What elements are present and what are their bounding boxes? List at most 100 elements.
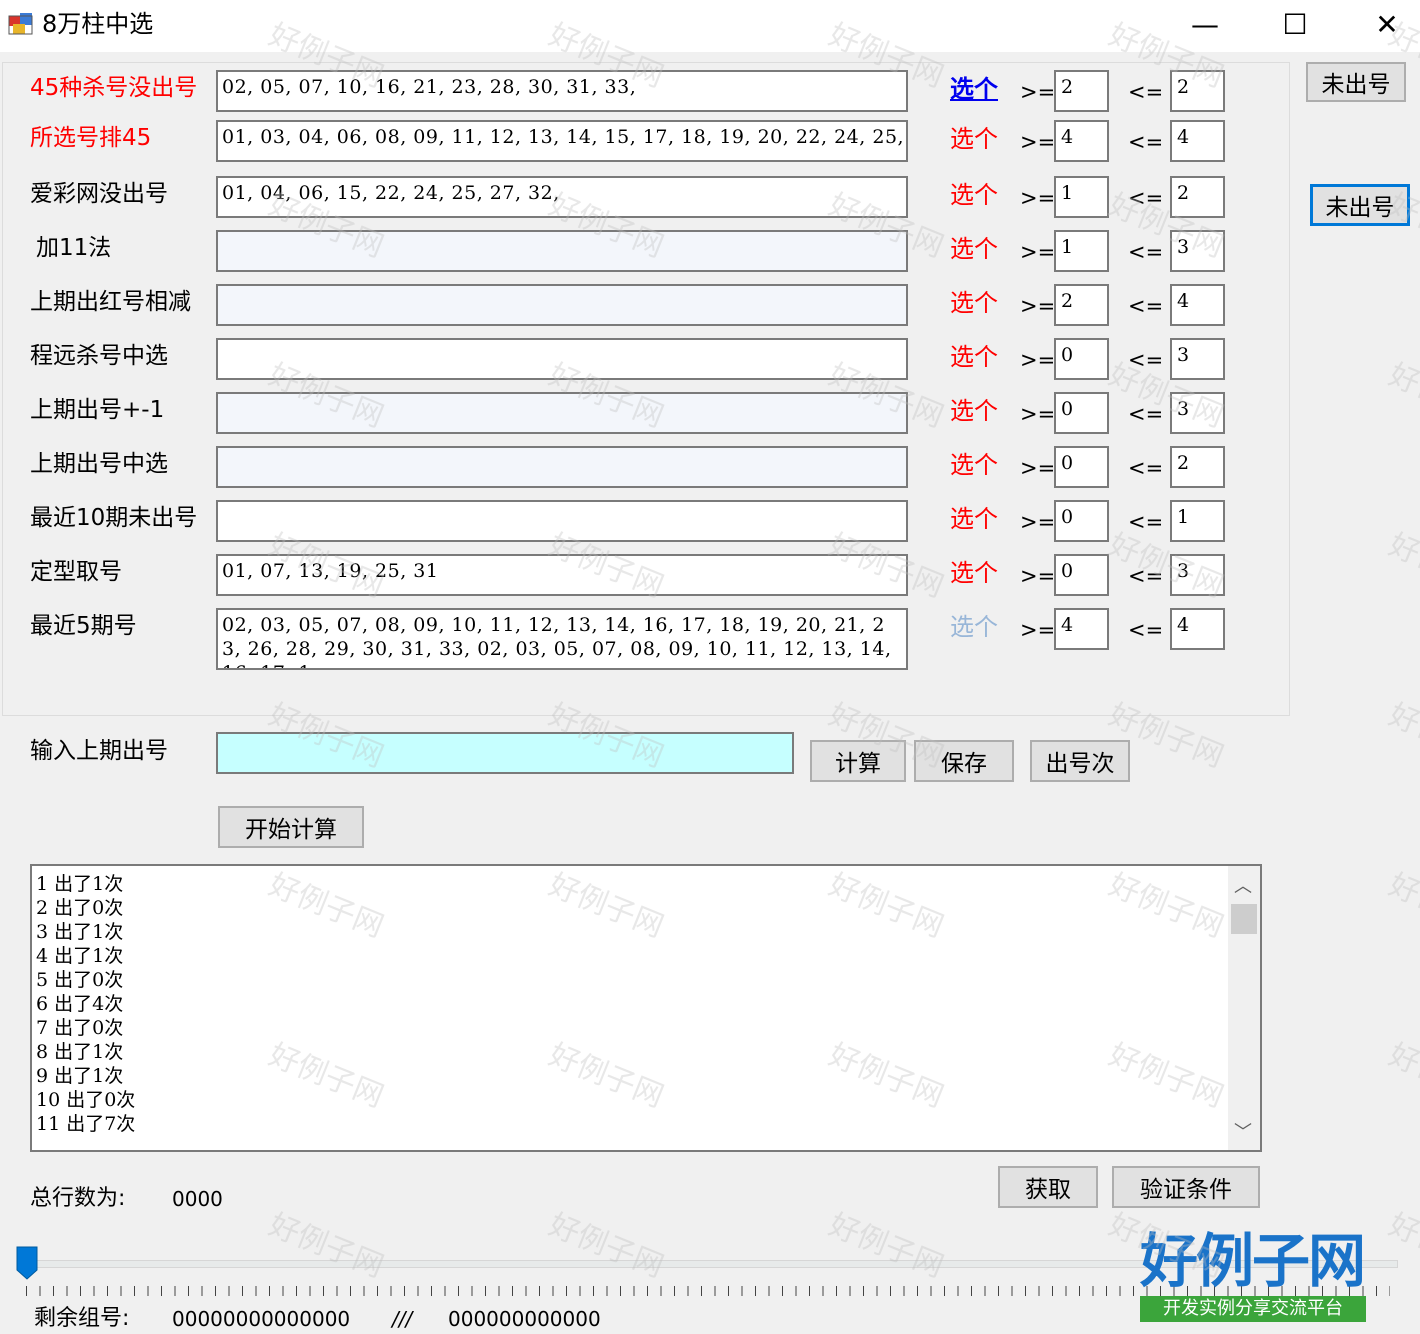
scroll-up-icon[interactable]: ︿ (1234, 872, 1252, 898)
condition-values-field[interactable] (216, 284, 908, 326)
remaining-value: 00000000000000 (172, 1307, 351, 1331)
condition-label: 上期出号+-1 (30, 397, 165, 423)
close-icon: ✕ (1375, 7, 1399, 41)
scroll-down-icon[interactable]: ﹀ (1234, 1118, 1252, 1144)
unissued-button-1[interactable]: 未出号 (1306, 62, 1406, 102)
results-scrollbar[interactable]: ︿ ﹀ (1228, 866, 1260, 1150)
app-icon (8, 13, 33, 35)
total-rows-value: 0000 (172, 1187, 223, 1211)
list-item[interactable]: 6 出了4次 (36, 992, 135, 1016)
max-count-input[interactable]: 4 (1170, 284, 1225, 326)
verify-conditions-button[interactable]: 验证条件 (1112, 1166, 1260, 1208)
max-count-input[interactable]: 2 (1170, 70, 1225, 112)
ge-operator: >= (1020, 618, 1056, 642)
pick-link[interactable]: 选个 (950, 450, 998, 480)
pick-link[interactable]: 选个 (950, 342, 998, 372)
max-count-input[interactable]: 4 (1170, 120, 1225, 162)
min-count-input[interactable]: 0 (1054, 554, 1109, 596)
total-rows-label: 总行数为: (30, 1186, 126, 1211)
min-count-input[interactable]: 0 (1054, 338, 1109, 380)
save-button[interactable]: 保存 (914, 740, 1014, 782)
pick-link[interactable]: 选个 (950, 124, 998, 154)
maximize-icon: ☐ (1282, 7, 1308, 41)
max-count-input[interactable]: 3 (1170, 338, 1225, 380)
le-operator: <= (1128, 402, 1164, 426)
draw-count-button[interactable]: 出号次 (1030, 740, 1130, 782)
max-count-input[interactable]: 4 (1170, 608, 1225, 650)
min-count-input[interactable]: 4 (1054, 120, 1109, 162)
fetch-button[interactable]: 获取 (998, 1166, 1098, 1208)
condition-values-field[interactable]: 01, 04, 06, 15, 22, 24, 25, 27, 32, (216, 176, 908, 218)
condition-label: 加11法 (36, 235, 112, 261)
pick-link[interactable]: 选个 (950, 180, 998, 210)
ge-operator: >= (1020, 564, 1056, 588)
list-item[interactable]: 8 出了1次 (36, 1040, 135, 1064)
last-draw-label: 输入上期出号 (30, 738, 168, 764)
list-item[interactable]: 5 出了0次 (36, 968, 135, 992)
max-count-input[interactable]: 3 (1170, 554, 1225, 596)
pick-link[interactable]: 选个 (950, 234, 998, 264)
condition-values-field[interactable] (216, 230, 908, 272)
scroll-thumb[interactable] (1231, 904, 1257, 934)
start-compute-button[interactable]: 开始计算 (218, 806, 364, 848)
list-item[interactable]: 10 出了0次 (36, 1088, 135, 1112)
watermark-text: 好例子网 (1383, 527, 1420, 605)
condition-values-field[interactable]: 02, 05, 07, 10, 16, 21, 23, 28, 30, 31, … (216, 70, 908, 112)
list-item[interactable]: 4 出了1次 (36, 944, 135, 968)
slider-thumb[interactable] (16, 1246, 38, 1280)
pick-link[interactable]: 选个 (950, 504, 998, 534)
min-count-input[interactable]: 0 (1054, 446, 1109, 488)
pick-link[interactable]: 选个 (950, 612, 998, 642)
condition-values-field[interactable] (216, 392, 908, 434)
min-count-input[interactable]: 4 (1054, 608, 1109, 650)
list-item[interactable]: 2 出了0次 (36, 896, 135, 920)
pick-link[interactable]: 选个 (950, 74, 998, 104)
max-count-input[interactable]: 3 (1170, 230, 1225, 272)
min-count-input[interactable]: 0 (1054, 500, 1109, 542)
maximize-button[interactable]: ☐ (1250, 0, 1340, 48)
condition-values-field[interactable]: 02, 03, 05, 07, 08, 09, 10, 11, 12, 13, … (216, 608, 908, 670)
ge-operator: >= (1020, 456, 1056, 480)
condition-values-field[interactable] (216, 500, 908, 542)
condition-values-field[interactable] (216, 338, 908, 380)
min-count-input[interactable]: 2 (1054, 70, 1109, 112)
max-count-input[interactable]: 1 (1170, 500, 1225, 542)
list-item[interactable]: 11 出了7次 (36, 1112, 135, 1136)
watermark-text: 好例子网 (1383, 357, 1420, 435)
results-list[interactable]: 1 出了1次 2 出了0次 3 出了1次 4 出了1次 5 出了0次 6 出了4次 7 出了… (30, 864, 1262, 1152)
min-count-input[interactable]: 0 (1054, 392, 1109, 434)
last-draw-input[interactable] (216, 732, 794, 774)
close-button[interactable]: ✕ (1342, 0, 1420, 48)
list-item[interactable]: 7 出了0次 (36, 1016, 135, 1040)
max-count-input[interactable]: 2 (1170, 176, 1225, 218)
unissued-button-2[interactable]: 未出号 (1310, 184, 1410, 226)
min-count-input[interactable]: 1 (1054, 176, 1109, 218)
min-count-input[interactable]: 1 (1054, 230, 1109, 272)
condition-label: 所选号排45 (30, 125, 152, 151)
minimize-button[interactable]: — (1160, 0, 1250, 48)
remaining-separator: /// (392, 1307, 413, 1331)
pick-link[interactable]: 选个 (950, 558, 998, 588)
list-item[interactable]: 3 出了1次 (36, 920, 135, 944)
condition-values-field[interactable]: 01, 03, 04, 06, 08, 09, 11, 12, 13, 14, … (216, 120, 908, 162)
watermark-text: 好例子网 (1383, 1207, 1420, 1285)
pick-link[interactable]: 选个 (950, 288, 998, 318)
max-count-input[interactable]: 2 (1170, 446, 1225, 488)
remaining-label: 剩余组号: (34, 1306, 130, 1331)
min-count-input[interactable]: 2 (1054, 284, 1109, 326)
condition-values-field[interactable]: 01, 07, 13, 19, 25, 31 (216, 554, 908, 596)
ge-operator: >= (1020, 80, 1056, 104)
list-item[interactable]: 9 出了1次 (36, 1064, 135, 1088)
le-operator: <= (1128, 456, 1164, 480)
watermark-text: 好例子网 (543, 1207, 669, 1285)
list-item[interactable]: 1 出了1次 (36, 872, 135, 896)
condition-label: 最近10期未出号 (30, 505, 198, 531)
max-count-input[interactable]: 3 (1170, 392, 1225, 434)
watermark-text: 好例子网 (1383, 1037, 1420, 1115)
condition-values-field[interactable] (216, 446, 908, 488)
pick-link[interactable]: 选个 (950, 396, 998, 426)
compute-button[interactable]: 计算 (810, 740, 906, 782)
ge-operator: >= (1020, 186, 1056, 210)
minimize-icon: — (1191, 7, 1219, 41)
watermark-text: 好例子网 (1383, 867, 1420, 945)
